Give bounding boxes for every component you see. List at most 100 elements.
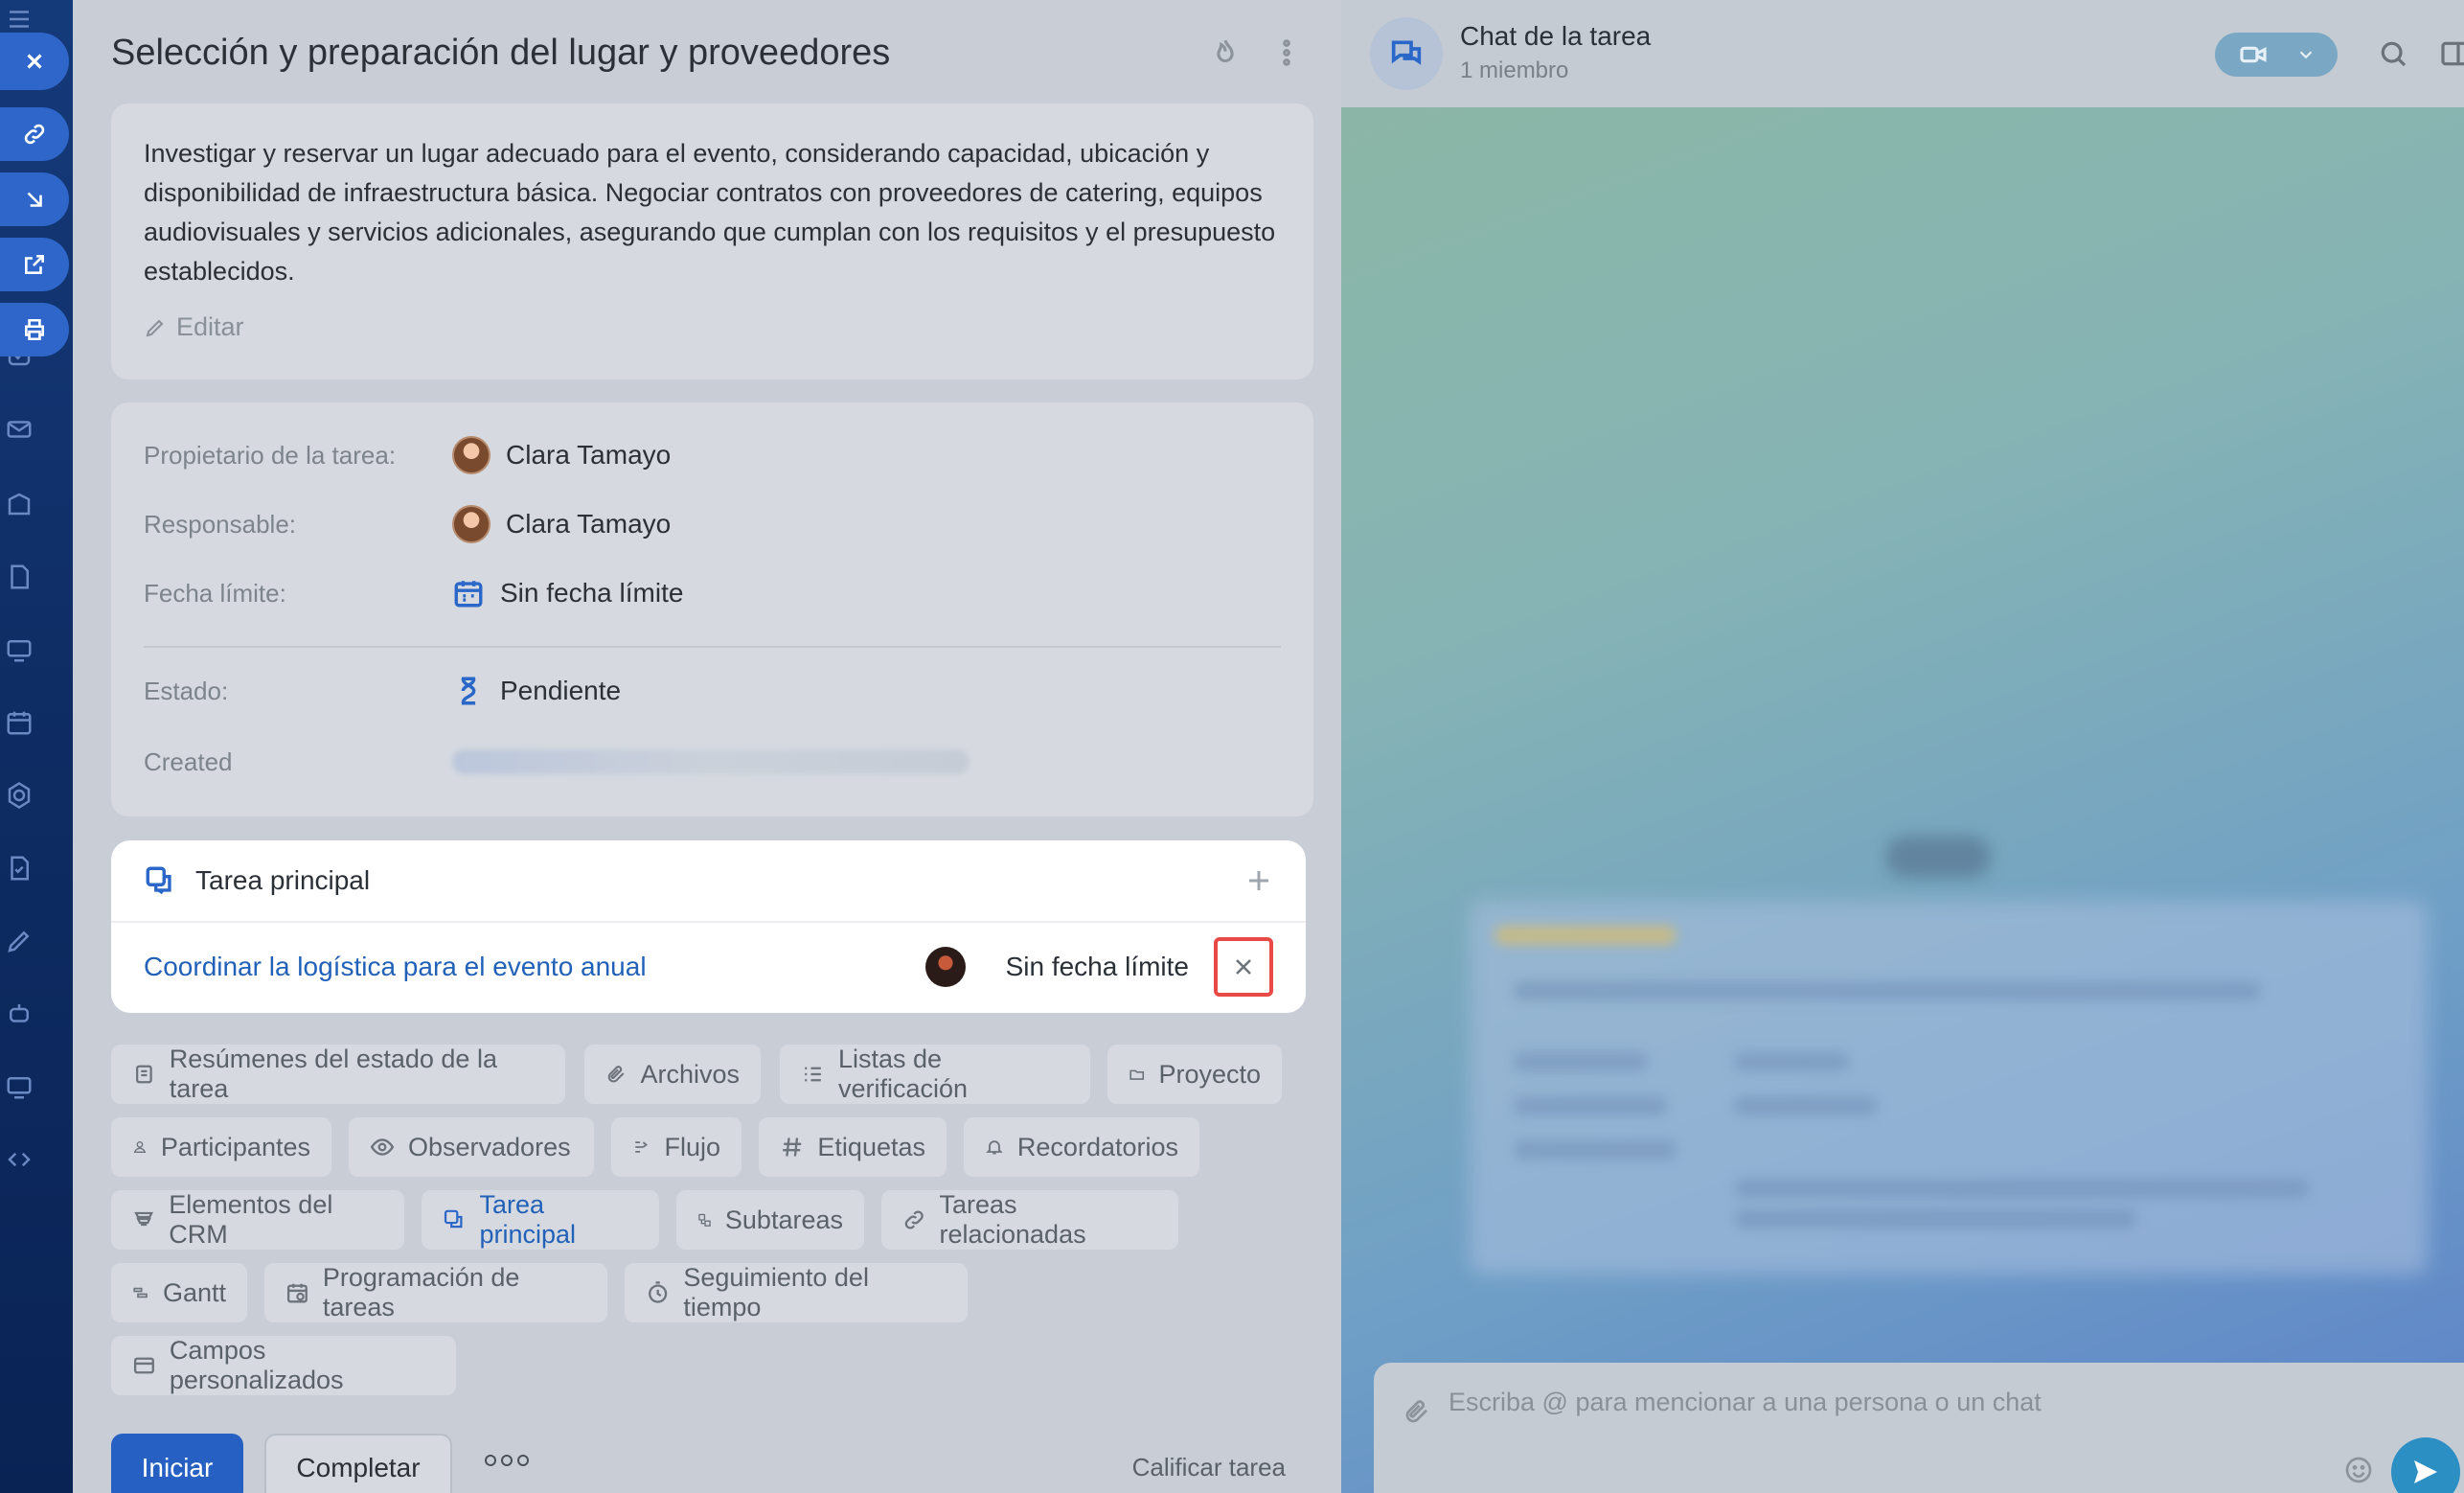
- app-sidebar: [0, 0, 73, 1493]
- blurred-message-line: [1494, 926, 1677, 945]
- edit-button[interactable]: Editar: [144, 312, 1281, 342]
- chip-label: Flujo: [664, 1132, 720, 1161]
- copy-link-button[interactable]: [0, 107, 69, 161]
- owner-name: Clara Tamayo: [506, 440, 672, 470]
- chip-checklists[interactable]: Listas de verificación: [780, 1045, 1090, 1104]
- status-text: Pendiente: [500, 676, 622, 705]
- remove-parent-task-button[interactable]: [1214, 937, 1273, 997]
- status-row: Estado: Pendiente: [144, 667, 1281, 715]
- description-card: Investigar y reservar un lugar adecuado …: [111, 103, 1313, 379]
- divider: [144, 646, 1281, 648]
- avatar: [452, 505, 491, 543]
- avatar[interactable]: [924, 947, 966, 987]
- checklist-icon: [805, 1067, 821, 1082]
- deadline-row: Fecha límite: Sin fecha límite: [144, 569, 1281, 617]
- send-icon: [2414, 1460, 2437, 1483]
- code-icon[interactable]: [0, 1140, 38, 1179]
- pen-icon[interactable]: [0, 922, 38, 960]
- chip-crm[interactable]: Elementos del CRM: [111, 1190, 404, 1250]
- chip-label: Subtareas: [724, 1205, 843, 1234]
- assignee-label: Responsable:: [144, 509, 296, 539]
- rate-task-link[interactable]: Calificar tarea: [1132, 1453, 1286, 1482]
- more-vertical-icon[interactable]: [1270, 36, 1303, 69]
- more-options-icon[interactable]: [485, 1455, 529, 1466]
- chip-subtasks[interactable]: Subtareas: [676, 1190, 864, 1250]
- gantt-icon: [133, 1287, 148, 1298]
- complete-button[interactable]: Completar: [264, 1434, 452, 1493]
- bell-icon: [986, 1140, 1003, 1155]
- chip-label: Seguimiento del tiempo: [683, 1263, 869, 1321]
- blurred-message-line: [1514, 1052, 1648, 1071]
- chip-custom-fields[interactable]: Campos personalizados: [111, 1336, 456, 1395]
- chip-label: Campos personalizados: [169, 1336, 344, 1394]
- video-call-button[interactable]: [2215, 33, 2338, 77]
- board-icon[interactable]: [0, 631, 38, 669]
- blurred-message-line: [1734, 1179, 2309, 1198]
- assignee-value[interactable]: Clara Tamayo: [452, 505, 671, 543]
- parent-task-link[interactable]: Coordinar la logística para el evento an…: [144, 952, 647, 982]
- monitor-icon[interactable]: [0, 1068, 38, 1106]
- created-row: Created: [144, 738, 1281, 786]
- hourglass-icon: [461, 677, 476, 705]
- schedule-icon: [286, 1283, 308, 1303]
- message-input[interactable]: Escriba @ para mencionar a una persona o…: [1449, 1388, 2042, 1417]
- search-icon[interactable]: [2378, 38, 2408, 69]
- chip-related-tasks[interactable]: Tareas relacionadas: [881, 1190, 1178, 1250]
- emoji-icon[interactable]: [2343, 1455, 2374, 1485]
- flame-icon[interactable]: [1209, 36, 1242, 69]
- add-icon[interactable]: [1244, 866, 1273, 895]
- created-value-redacted: [452, 749, 970, 774]
- chat-title: Chat de la tarea: [1460, 21, 1652, 51]
- assignee-row: Responsable: Clara Tamayo: [144, 500, 1281, 548]
- link-icon: [904, 1210, 924, 1229]
- robot-icon[interactable]: [0, 995, 38, 1033]
- chat-member-count[interactable]: 1 miembro: [1460, 57, 1568, 84]
- task-info-card: Propietario de la tarea: Clara Tamayo Re…: [111, 402, 1313, 816]
- created-label: Created: [144, 746, 233, 776]
- chip-reminders[interactable]: Recordatorios: [964, 1117, 1199, 1177]
- start-button[interactable]: Iniciar: [111, 1434, 243, 1493]
- chip-task-scheduling[interactable]: Programación de tareas: [264, 1263, 607, 1322]
- settings-icon[interactable]: [0, 776, 38, 815]
- chip-files[interactable]: Archivos: [584, 1045, 761, 1104]
- open-new-window-button[interactable]: [0, 238, 69, 291]
- chip-label: Tarea principal: [479, 1190, 577, 1249]
- blurred-date-pill: [1885, 836, 1991, 878]
- parent-task-card: Tarea principal Coordinar la logística p…: [111, 840, 1306, 1013]
- paperclip-icon[interactable]: [1403, 1397, 1431, 1426]
- close-button[interactable]: [0, 33, 69, 90]
- blurred-message-line: [1514, 1096, 1667, 1115]
- chip-label: Resúmenes del estado de la tarea: [169, 1045, 497, 1103]
- external-link-icon: [25, 255, 44, 274]
- mail-icon[interactable]: [0, 410, 38, 448]
- chip-time-tracking[interactable]: Seguimiento del tiempo: [625, 1263, 968, 1322]
- print-button[interactable]: [0, 303, 69, 356]
- chat-avatar: [1370, 17, 1443, 90]
- chip-gantt[interactable]: Gantt: [111, 1263, 247, 1322]
- chip-summaries[interactable]: Resúmenes del estado de la tarea: [111, 1045, 565, 1104]
- chip-parent-task[interactable]: Tarea principal: [422, 1190, 659, 1250]
- send-button[interactable]: [2391, 1437, 2460, 1493]
- building-icon[interactable]: [0, 485, 38, 523]
- minimize-button[interactable]: [0, 172, 69, 226]
- chip-label: Archivos: [640, 1059, 740, 1089]
- blurred-message-line: [1734, 1096, 1878, 1115]
- form-icon[interactable]: [0, 849, 38, 887]
- chip-tags[interactable]: Etiquetas: [759, 1117, 947, 1177]
- task-footer: Iniciar Completar Calificar tarea: [73, 1399, 1341, 1493]
- task-panel: Selección y preparación del lugar y prov…: [73, 0, 1341, 1493]
- calendar-icon[interactable]: [0, 703, 38, 742]
- owner-value[interactable]: Clara Tamayo: [452, 436, 671, 474]
- chevron-down-icon: [2299, 51, 2313, 59]
- chip-observers[interactable]: Observadores: [349, 1117, 594, 1177]
- deadline-value[interactable]: Sin fecha límite: [452, 577, 683, 609]
- chip-flow[interactable]: Flujo: [611, 1117, 741, 1177]
- sidebar-toggle-icon[interactable]: [2439, 38, 2464, 69]
- document-icon[interactable]: [0, 558, 38, 596]
- arrow-down-right-icon: [27, 192, 42, 207]
- calendar-icon: [454, 581, 483, 608]
- chip-participants[interactable]: Participantes: [111, 1117, 331, 1177]
- message-composer[interactable]: Escriba @ para mencionar a una persona o…: [1374, 1363, 2464, 1493]
- chip-project[interactable]: Proyecto: [1107, 1045, 1282, 1104]
- task-title: Selección y preparación del lugar y prov…: [111, 33, 891, 73]
